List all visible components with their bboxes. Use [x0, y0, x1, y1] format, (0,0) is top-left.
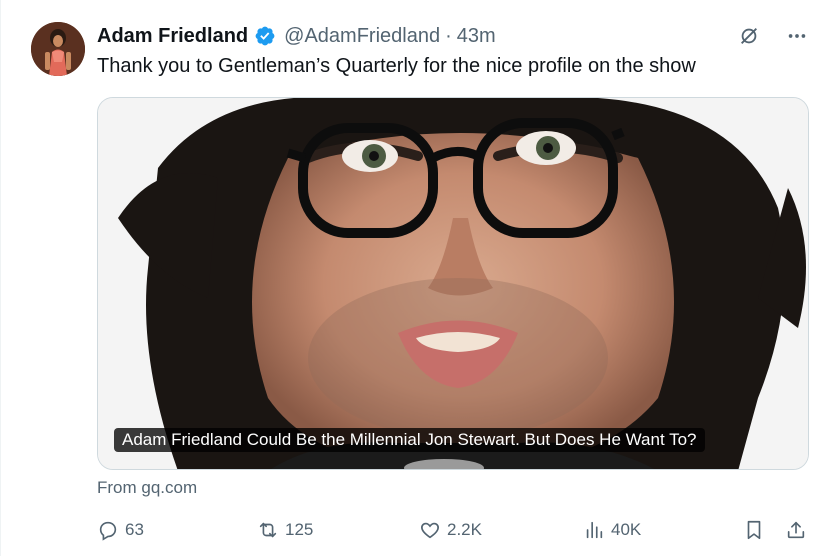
verified-badge-icon[interactable] — [254, 25, 276, 47]
timestamp[interactable]: 43m — [457, 25, 496, 48]
link-card[interactable]: Adam Friedland Could Be the Millennial J… — [97, 97, 809, 470]
repost-count: 125 — [285, 520, 314, 539]
reply-button[interactable]: 63 — [97, 516, 144, 544]
card-image — [98, 98, 808, 469]
like-count: 2.2K — [447, 520, 482, 539]
card-title[interactable]: Adam Friedland Could Be the Millennial J… — [114, 428, 705, 452]
views-button[interactable]: 40K — [583, 516, 641, 544]
separator-dot: · — [445, 24, 452, 47]
like-button[interactable]: 2.2K — [419, 516, 482, 544]
reply-icon — [99, 521, 117, 541]
bookmark-button[interactable] — [743, 516, 765, 544]
share-icon — [787, 521, 805, 539]
bookmark-icon — [747, 520, 761, 540]
tweet-text: Thank you to Gentleman’s Quarterly for t… — [97, 55, 696, 77]
more-icon[interactable] — [785, 24, 809, 48]
avatar[interactable] — [31, 22, 85, 76]
tweet-header: Adam Friedland @AdamFriedland · 43m — [97, 22, 496, 50]
views-count: 40K — [611, 520, 642, 539]
author-name[interactable]: Adam Friedland — [97, 25, 248, 48]
like-icon — [421, 522, 439, 539]
repost-icon — [259, 522, 277, 538]
card-source[interactable]: From gq.com — [97, 478, 197, 498]
grok-icon[interactable] — [737, 24, 761, 48]
tweet-top-actions — [737, 24, 809, 48]
reply-count: 63 — [125, 520, 144, 539]
views-icon — [586, 521, 603, 539]
tweet[interactable]: Adam Friedland @AdamFriedland · 43m Than… — [0, 0, 839, 556]
repost-button[interactable]: 125 — [257, 516, 313, 544]
author-handle[interactable]: @AdamFriedland — [284, 25, 440, 48]
action-bar: 63 125 2.2K 40K — [97, 516, 809, 544]
share-button[interactable] — [785, 516, 807, 544]
